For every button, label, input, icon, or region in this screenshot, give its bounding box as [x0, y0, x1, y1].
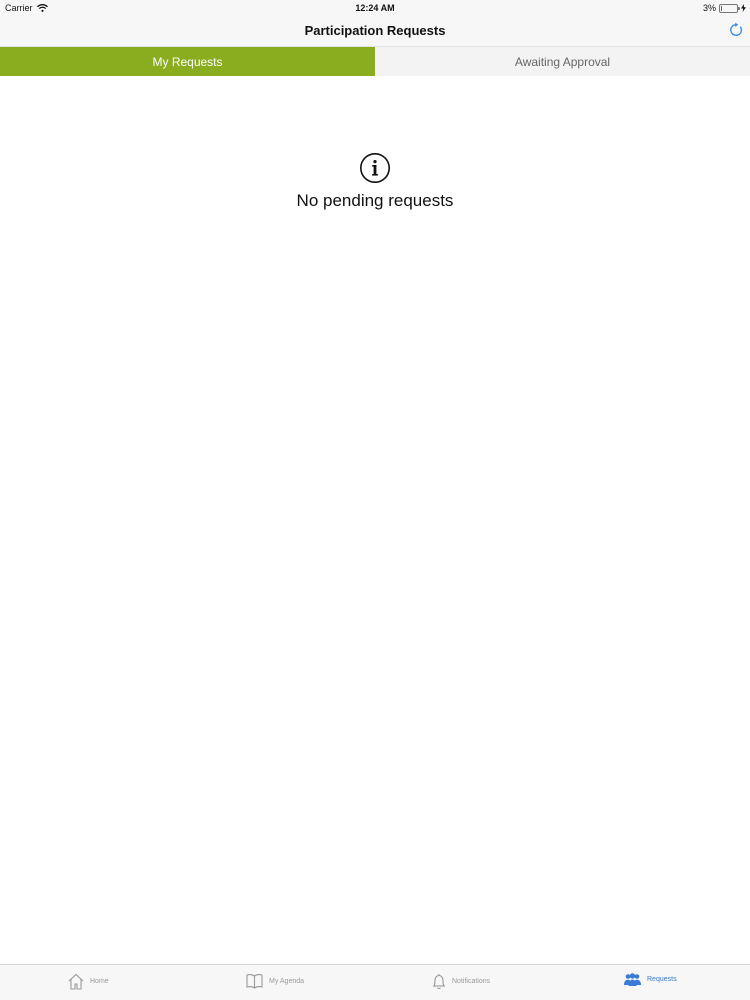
people-icon	[624, 973, 641, 986]
tab-bar-label: Home	[90, 978, 109, 985]
home-icon	[68, 973, 84, 990]
status-time: 12:24 AM	[355, 3, 395, 13]
tab-bar-notifications[interactable]: Notifications	[432, 973, 490, 990]
navigation-bar: Participation Requests	[0, 16, 750, 46]
screen: Carrier 12:24 AM 3% Participation Reques…	[0, 0, 750, 1000]
tab-bar-requests[interactable]: Requests	[624, 973, 677, 986]
empty-state-message: No pending requests	[296, 191, 454, 210]
empty-state: No pending requests	[0, 152, 750, 211]
segmented-tabs: My Requests Awaiting Approval	[0, 46, 750, 76]
tab-bar: Home My Agenda Notifications Requests	[0, 964, 750, 1000]
refresh-button[interactable]	[728, 22, 744, 38]
bell-icon	[432, 974, 446, 990]
status-bar: Carrier 12:24 AM 3%	[0, 0, 750, 16]
tab-bar-label: Requests	[647, 976, 677, 983]
info-icon	[360, 153, 390, 183]
book-icon	[246, 974, 263, 989]
tab-bar-home[interactable]: Home	[68, 973, 109, 990]
battery-icon	[719, 3, 740, 13]
tab-awaiting-approval[interactable]: Awaiting Approval	[375, 47, 750, 76]
page-title: Participation Requests	[304, 23, 446, 38]
battery-percent: 3%	[702, 3, 716, 13]
tab-my-requests[interactable]: My Requests	[0, 47, 375, 76]
tab-label: Awaiting Approval	[514, 54, 611, 69]
refresh-icon	[730, 22, 743, 36]
tab-label: My Requests	[152, 54, 223, 69]
tab-bar-label: My Agenda	[269, 977, 305, 985]
tab-bar-label: Notifications	[452, 978, 491, 985]
charging-icon	[741, 4, 746, 12]
tab-bar-my-agenda[interactable]: My Agenda	[246, 973, 304, 989]
